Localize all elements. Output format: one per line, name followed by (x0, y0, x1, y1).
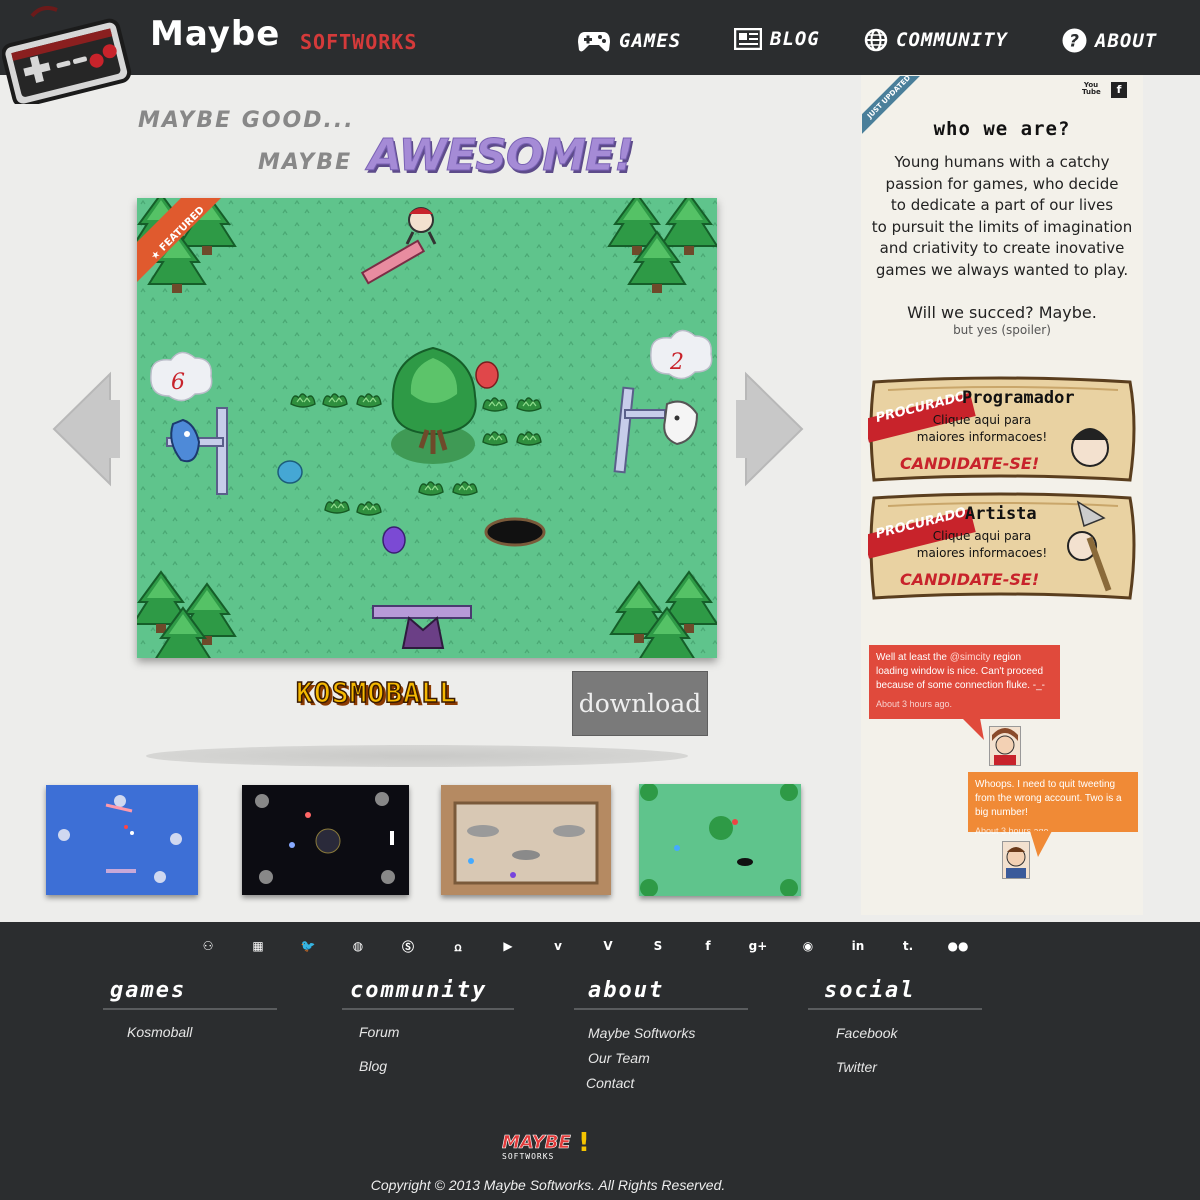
nav-blog[interactable]: BLOG (734, 28, 820, 50)
footer-link-kosmoball[interactable]: Kosmoball (127, 1024, 192, 1040)
youtube-icon[interactable]: You Tube (1082, 82, 1101, 98)
tweet-pointer (1030, 831, 1052, 857)
who-we-are-title: who we are? (933, 118, 1071, 140)
footer-logo[interactable]: MAYBE ! SOFTWORKS (500, 1128, 596, 1164)
who-we-are-question: Will we succed? Maybe. (907, 303, 1097, 322)
googleplus-icon[interactable]: g+ (749, 937, 768, 955)
svg-text:?: ? (1069, 32, 1080, 52)
twitter-icon[interactable]: 🐦 (299, 937, 317, 955)
nav-blog-label: BLOG (770, 28, 820, 50)
tumblr-icon[interactable]: t. (899, 937, 917, 955)
tweet-pointer (962, 718, 984, 740)
download-button[interactable]: download (572, 671, 708, 736)
nav-games-label: GAMES (619, 30, 682, 52)
score-right: 2 (670, 350, 684, 375)
footer-divider (808, 1008, 982, 1010)
youtube-icon[interactable]: ▶ (499, 937, 517, 955)
apply-link[interactable]: CANDIDATE-SE! (900, 454, 1039, 473)
footer-link-twitter[interactable]: Twitter (836, 1059, 877, 1075)
delicious-icon[interactable]: ▦ (249, 937, 267, 955)
tagline-maybe-good: MAYBE GOOD... (138, 108, 355, 133)
tweet-mention[interactable]: @simcity (950, 652, 991, 663)
nav-community[interactable]: COMMUNITY (864, 28, 1008, 52)
nav-community-label: COMMUNITY (896, 29, 1008, 51)
footer-heading-about: about (588, 978, 665, 1003)
facebook-icon[interactable]: f (699, 937, 717, 955)
newspaper-icon (734, 28, 762, 50)
tagline-maybe: MAYBE (258, 150, 353, 175)
rss-icon[interactable]: ◉ (799, 937, 817, 955)
footer-divider (103, 1008, 277, 1010)
footer-heading-social: social (824, 978, 916, 1003)
tweet-text: Whoops. I need to quit tweeting from the… (975, 779, 1122, 818)
footer-link-our-team[interactable]: Our Team (588, 1050, 650, 1066)
apply-link[interactable]: CANDIDATE-SE! (900, 570, 1039, 589)
featured-game-screenshot[interactable]: 6 2 ★ FEATURED (137, 198, 717, 658)
slider-shadow (146, 745, 688, 767)
slider-next-arrow[interactable] (734, 370, 806, 488)
skype-icon[interactable]: S (649, 937, 667, 955)
tweet-text: Well at least the @simcity region loadin… (876, 652, 1045, 691)
brand-name[interactable]: Maybe (150, 14, 280, 54)
vimeo-icon[interactable]: v (549, 937, 567, 955)
thumb-dojo-level[interactable] (441, 785, 611, 895)
nes-controller-logo[interactable] (2, 6, 132, 104)
avatar[interactable] (989, 726, 1021, 766)
footer-heading-games: games (110, 978, 187, 1003)
question-icon: ? (1062, 28, 1087, 53)
wanted-artist-card[interactable]: PROCURADO Artista Clique aqui para maiore… (868, 492, 1138, 600)
flickr-icon[interactable]: ●● (948, 937, 969, 955)
kosmoball-game-logo[interactable]: KOSMOBALL (295, 675, 457, 710)
vine-icon[interactable]: V (599, 937, 617, 955)
wanted-title: Programador (962, 388, 1075, 408)
linkedin-icon[interactable]: in (849, 937, 867, 955)
footer-link-forum[interactable]: Forum (359, 1024, 399, 1040)
facebook-icon[interactable]: f (1111, 82, 1127, 98)
thumb-space-level[interactable] (242, 785, 409, 895)
who-we-are-spoiler: but yes (spoiler) (953, 323, 1051, 337)
tweet-card: Well at least the @simcity region loadin… (869, 645, 1060, 719)
myspace-icon[interactable]: ⚇ (199, 937, 217, 955)
thumb-forest-level[interactable] (639, 784, 801, 896)
wanted-text: Clique aqui para maiores informacoes! (916, 413, 1048, 444)
gamepad-icon (578, 32, 610, 52)
wanted-text: Clique aqui para maiores informacoes! (916, 529, 1048, 560)
footer-heading-community: community (350, 978, 488, 1003)
nav-about-label: ABOUT (1095, 29, 1158, 52)
wanted-programmer-card[interactable]: PROCURADO Programador Clique aqui para ma… (868, 376, 1138, 484)
lastfm-icon[interactable]: ꭥ (449, 937, 467, 955)
dribbble-icon[interactable]: ◍ (349, 937, 367, 955)
footer-divider (342, 1008, 514, 1010)
score-left: 6 (171, 370, 185, 395)
footer-link-maybe-softworks[interactable]: Maybe Softworks (588, 1025, 695, 1041)
nav-about[interactable]: ? ABOUT (1062, 28, 1157, 53)
copyright-text: Copyright © 2013 Maybe Softworks. All Ri… (370, 1177, 726, 1193)
who-we-are-text: Young humans with a catchy passion for ga… (871, 153, 1133, 279)
stumbleupon-icon[interactable]: Ⓢ (399, 937, 417, 955)
slider-prev-arrow[interactable] (50, 370, 122, 488)
footer-link-facebook[interactable]: Facebook (836, 1025, 897, 1041)
avatar[interactable] (1002, 841, 1030, 879)
footer-link-contact[interactable]: Contact (586, 1075, 634, 1091)
brand-subtitle: SOFTWORKS (300, 30, 418, 54)
nav-games[interactable]: GAMES (577, 28, 681, 54)
globe-icon (864, 28, 888, 52)
tweet-card: Whoops. I need to quit tweeting from the… (968, 772, 1138, 836)
footer-divider (574, 1008, 748, 1010)
tagline-awesome: AWESOME! (367, 130, 634, 182)
wanted-title: Artista (965, 504, 1037, 524)
thumb-water-level[interactable] (46, 785, 198, 895)
tweet-time: About 3 hours ago. (876, 699, 953, 709)
footer-link-blog[interactable]: Blog (359, 1058, 387, 1074)
